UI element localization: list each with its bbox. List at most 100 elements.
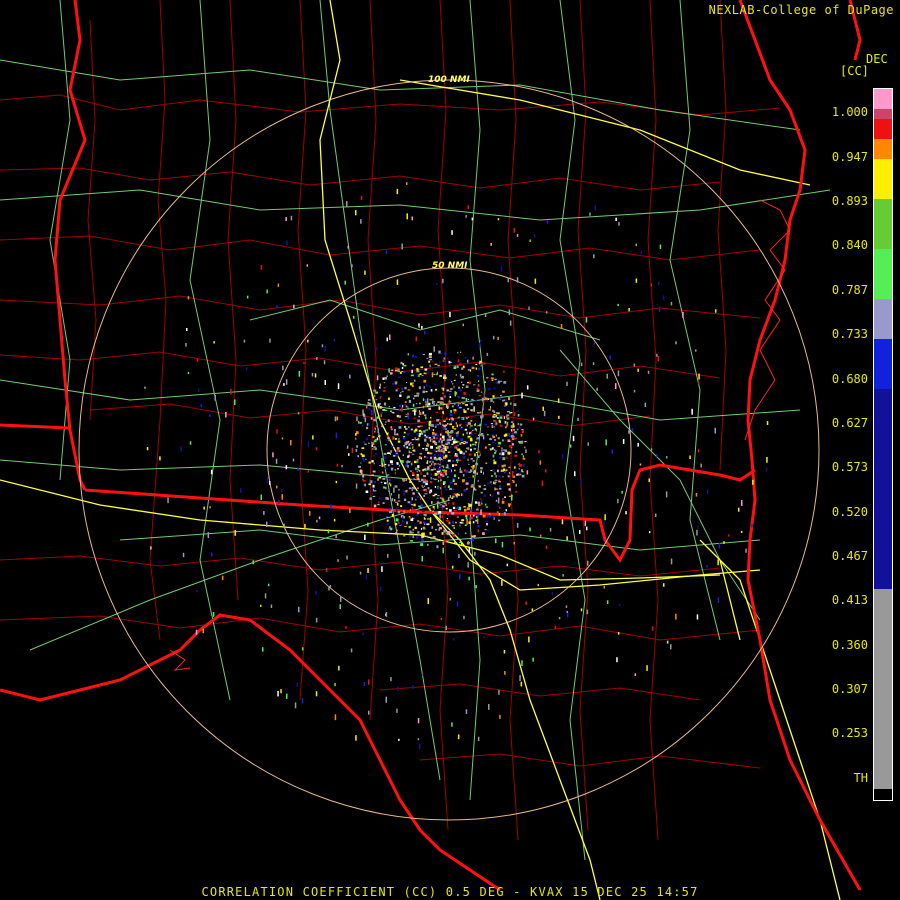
echo-pixel [432,535,436,539]
echo-pixel [488,408,491,411]
echo-pixel [456,506,459,510]
echo-pixel [515,451,518,453]
echo-pixel [292,458,295,462]
echo-pixel [504,513,506,516]
echo-pixel [478,342,481,348]
echo-pixel [470,458,473,460]
echo-pixel [240,488,242,493]
echo-pixel [298,370,301,377]
echo-pixel [628,308,630,312]
echo-pixel [449,597,452,601]
echo-pixel [524,441,527,443]
echo-pixel [452,479,455,482]
echo-pixel [468,521,471,524]
echo-pixel [398,450,401,452]
echo-pixel [364,443,367,445]
echo-pixel [413,478,415,480]
echo-pixel [422,486,424,489]
echo-pixel [418,410,421,413]
echo-pixel [508,433,510,437]
echo-pixel [455,521,457,524]
echo-pixel [426,460,429,463]
echo-pixel [470,437,472,440]
echo-pixel [423,379,427,383]
echo-pixel [425,416,427,420]
echo-pixel [433,468,436,470]
echo-pixel [476,387,479,390]
product-title: CORRELATION COEFFICIENT (CC) 0.5 DEG - K… [201,885,699,899]
echo-pixel [468,547,471,553]
echo-pixel [445,404,448,408]
echo-pixel [411,507,414,512]
echo-pixel [498,492,500,495]
echo-pixel [662,295,665,300]
echo-pixel [390,483,392,487]
echo-pixel [385,486,387,490]
echo-pixel [459,521,462,524]
echo-pixel [579,530,581,534]
echo-pixel [417,487,419,489]
echo-pixel [381,425,383,428]
echo-pixel [420,430,423,433]
echo-pixel [451,420,453,422]
echo-pixel [615,383,617,389]
echo-pixel [401,366,404,369]
echo-pixel [384,409,388,411]
echo-pixel [407,414,410,420]
echo-pixel [353,315,355,319]
echo-pixel [393,487,395,493]
echo-pixel [442,387,445,391]
echo-pixel [388,368,390,373]
echo-pixel [467,398,469,400]
echo-pixel [440,452,442,455]
echo-pixel [406,521,408,525]
echo-pixel [408,447,411,449]
echo-pixel [187,296,190,300]
echo-pixel [490,377,494,380]
echo-pixel [472,460,475,462]
echo-pixel [482,532,485,535]
echo-pixel [335,534,337,539]
echo-pixel [210,469,213,475]
echo-pixel [401,516,404,519]
echo-pixel [325,567,328,573]
echo-pixel [419,373,422,375]
echo-pixel [470,417,472,420]
echo-pixel [587,442,589,446]
echo-pixel [670,644,672,650]
echo-pixel [422,673,424,676]
echo-pixel [424,368,428,371]
echo-pixel [450,421,452,424]
echo-pixel [383,402,386,406]
echo-pixel [469,503,472,507]
echo-pixel [260,265,263,270]
echo-pixel [433,506,435,510]
echo-pixel [394,522,398,526]
echo-pixel [501,424,504,426]
echo-pixel [514,466,516,469]
echo-pixel [382,377,385,380]
echo-pixel [412,492,415,495]
echo-pixel [402,519,404,522]
echo-pixel [442,506,445,508]
echo-pixel [565,605,568,608]
echo-pixel [586,526,588,531]
echo-pixel [390,467,394,471]
echo-pixel [580,608,583,612]
echo-pixel [443,481,446,484]
echo-pixel [387,419,390,422]
echo-pixel [447,443,450,446]
echo-pixel [411,463,413,466]
echo-pixel [439,527,442,530]
echo-pixel [449,396,452,398]
echo-pixel [480,339,482,343]
echo-pixel [452,383,454,385]
echo-pixel [395,463,397,466]
echo-pixel [403,445,405,447]
echo-pixel [401,387,403,391]
echo-pixel [368,461,371,464]
echo-pixel [459,467,461,470]
echo-pixel [430,477,432,480]
echo-pixel [476,518,479,524]
echo-pixel [297,467,299,471]
